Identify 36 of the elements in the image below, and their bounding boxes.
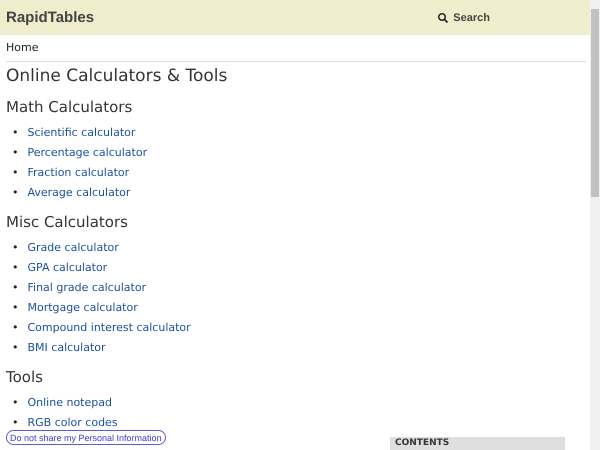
- calculator-link[interactable]: Online notepad: [28, 393, 112, 413]
- bullet: •: [12, 240, 18, 256]
- bullet: •: [12, 340, 18, 356]
- bullet: •: [12, 300, 18, 316]
- search-button[interactable]: Search: [437, 12, 490, 24]
- bullet: •: [12, 185, 18, 201]
- bullet: •: [12, 395, 18, 411]
- calculator-link[interactable]: Average calculator: [28, 183, 130, 203]
- scrollbar-thumb[interactable]: [591, 9, 599, 197]
- scrollbar[interactable]: [590, 0, 600, 450]
- bullet: •: [12, 320, 18, 336]
- privacy-button[interactable]: Do not share my Personal Information: [6, 430, 166, 445]
- calculator-link[interactable]: Mortgage calculator: [28, 298, 138, 318]
- calculator-link[interactable]: Final grade calculator: [28, 278, 146, 298]
- search-icon: [437, 12, 450, 24]
- section-heading: Tools: [6, 367, 44, 388]
- calculator-link[interactable]: Percentage calculator: [28, 143, 148, 163]
- section-heading: Misc Calculators: [6, 212, 129, 233]
- calculator-link[interactable]: Fraction calculator: [28, 163, 130, 183]
- calculator-link[interactable]: Compound interest calculator: [28, 318, 191, 338]
- breadcrumb-link[interactable]: Home: [6, 40, 38, 56]
- calculator-link[interactable]: BMI calculator: [28, 338, 106, 358]
- bullet: •: [12, 415, 18, 431]
- bullet: •: [12, 125, 18, 141]
- site-logo[interactable]: RapidTables: [6, 9, 94, 26]
- calculator-link[interactable]: Scientific calculator: [28, 123, 136, 143]
- bullet: •: [12, 145, 18, 161]
- bullet: •: [12, 165, 18, 181]
- section-heading: Math Calculators: [6, 97, 134, 118]
- calculator-link[interactable]: GPA calculator: [28, 258, 108, 278]
- calculator-link[interactable]: Grade calculator: [28, 238, 119, 258]
- bullet: •: [12, 260, 18, 276]
- page-title: Online Calculators & Tools: [6, 65, 228, 88]
- bullet: •: [12, 280, 18, 296]
- calculator-link[interactable]: RGB color codes: [28, 413, 118, 433]
- contents-title: CONTENTS: [395, 438, 450, 449]
